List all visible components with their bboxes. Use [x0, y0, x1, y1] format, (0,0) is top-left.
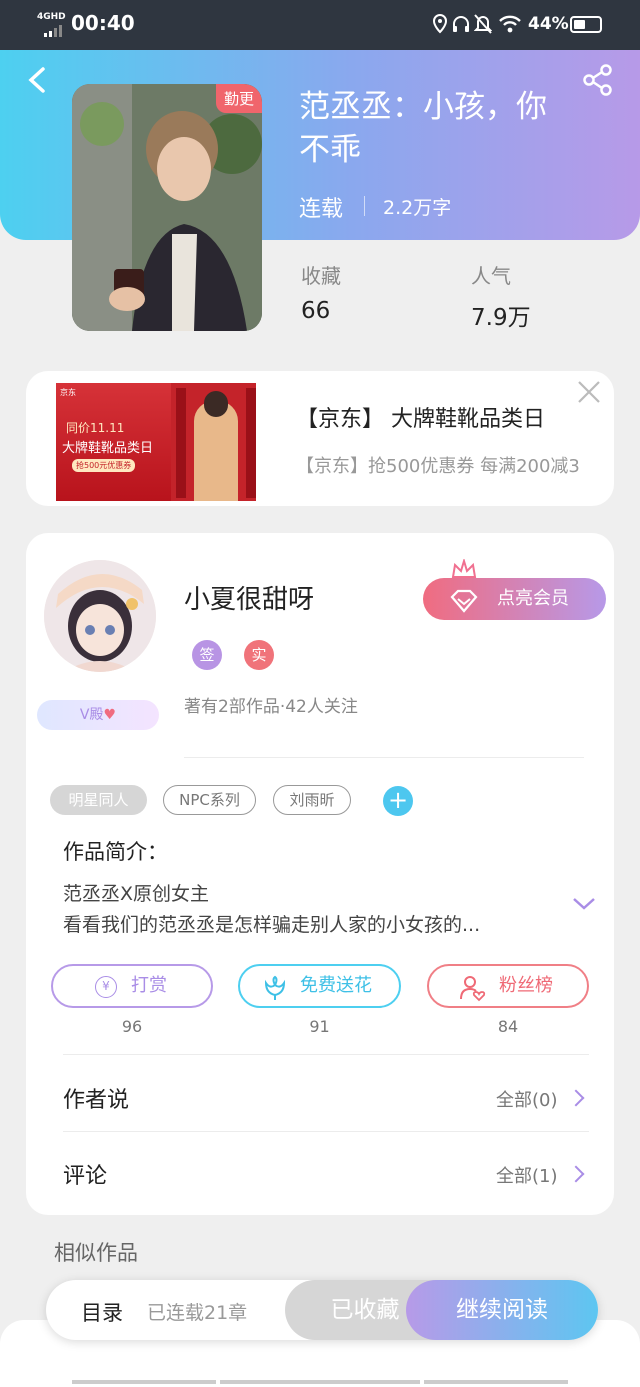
popularity-count: 7.9万 — [471, 305, 531, 331]
avatar-illustration — [44, 560, 156, 672]
mute-bell-icon — [473, 14, 493, 38]
free-flower-label: 免费送花 — [300, 975, 372, 996]
vip-badge[interactable]: V殿♥ — [37, 700, 159, 730]
author-say-all: 全部(0) — [496, 1090, 558, 1111]
wifi-icon — [498, 14, 522, 38]
tag-item[interactable]: 刘雨昕 — [273, 785, 351, 815]
collected-label: 已收藏 — [330, 1297, 400, 1323]
diamond-icon — [449, 587, 479, 629]
real-badge: 实 — [244, 640, 274, 670]
battery-percent: 44% — [528, 14, 569, 34]
battery-icon — [570, 16, 602, 33]
tip-count: 96 — [121, 1017, 143, 1036]
popularity-label: 人气 — [471, 264, 511, 288]
author-name[interactable]: 小夏很甜呀 — [184, 579, 314, 616]
collect-label: 收藏 — [301, 264, 341, 288]
intro-heading: 作品简介： — [63, 840, 168, 864]
expand-chevron-icon[interactable] — [572, 896, 596, 916]
member-button[interactable]: 点亮会员 — [423, 578, 606, 620]
ad-subtitle: 【京东】抢500优惠券 每满200减3 — [296, 456, 580, 477]
divider — [364, 196, 365, 216]
ad-thumb-line1: 同价11.11 — [66, 421, 125, 435]
comments-all: 全部(1) — [496, 1166, 558, 1187]
chapter-count: 已连载21章 — [147, 1302, 248, 1324]
book-title-line2: 不乖 — [299, 132, 361, 168]
user-heart-icon — [459, 974, 487, 1017]
ad-title: 【京东】 大牌鞋靴品类日 — [296, 407, 545, 432]
network-indicator: 4GHD — [37, 12, 66, 22]
book-cover[interactable]: 勤更 — [72, 84, 262, 331]
intro-line1: 范丞丞X原创女主 — [63, 883, 210, 905]
tip-button-label: 打赏 — [131, 975, 167, 996]
close-icon[interactable] — [576, 379, 602, 409]
member-button-label: 点亮会员 — [497, 588, 569, 609]
status-bar: 4GHD 00:40 44% — [0, 0, 640, 50]
tag-item[interactable]: 明星同人 — [50, 785, 147, 815]
fan-rank-label: 粉丝榜 — [499, 975, 553, 996]
headphones-icon — [452, 15, 470, 37]
continue-reading-button[interactable]: 继续阅读 — [406, 1280, 598, 1340]
tip-button[interactable]: ¥ 打赏 — [51, 964, 213, 1008]
intro-line2: 看看我们的范丞丞是怎样骗走别人家的小女孩的... — [63, 914, 481, 936]
cover-photo — [72, 84, 262, 331]
ad-banner[interactable]: 京东 同价11.11 大牌鞋靴品类日 抢500元优惠券 【京东】 大牌鞋靴品类日… — [26, 371, 614, 506]
author-say-label: 作者说 — [63, 1088, 130, 1113]
clock: 00:40 — [71, 11, 135, 35]
author-stats: 著有2部作品·42人关注 — [184, 697, 358, 717]
book-title-line1: 范丞丞：小孩，你 — [299, 89, 547, 125]
comments-row[interactable]: 评论 全部(1) — [26, 1138, 614, 1208]
catalog-button[interactable]: 目录 — [81, 1297, 123, 1327]
ad-thumb-line2: 大牌鞋靴品类日 — [62, 441, 154, 456]
back-icon[interactable] — [26, 66, 48, 98]
list-placeholder-bar — [220, 1380, 420, 1384]
chevron-right-icon — [567, 1089, 585, 1107]
continue-reading-label: 继续阅读 — [456, 1297, 548, 1323]
comments-label: 评论 — [63, 1164, 108, 1189]
bottom-action-bar: 目录 已连载21章 已收藏 继续阅读 — [46, 1280, 598, 1340]
book-title: 范丞丞：小孩，你 不乖 — [299, 86, 599, 172]
divider — [63, 1054, 589, 1055]
author-avatar[interactable] — [44, 560, 156, 672]
divider — [184, 757, 584, 758]
divider — [63, 1131, 589, 1132]
flower-icon — [262, 975, 288, 1016]
author-say-row[interactable]: 作者说 全部(0) — [26, 1062, 614, 1132]
serial-status: 连载 — [299, 197, 344, 222]
ad-thumb-line3: 抢500元优惠券 — [72, 459, 136, 472]
update-badge: 勤更 — [215, 84, 262, 113]
vip-label: V殿 — [79, 707, 104, 723]
heart-icon: ♥ — [103, 707, 117, 723]
add-tag-button[interactable]: + — [383, 786, 413, 816]
fan-rank-button[interactable]: 粉丝榜 — [427, 964, 589, 1008]
signal-icon — [44, 22, 66, 37]
collect-count: 66 — [301, 298, 331, 324]
location-icon — [432, 13, 448, 38]
fan-rank-count: 84 — [497, 1017, 519, 1036]
chevron-right-icon — [567, 1165, 585, 1183]
list-placeholder-bar — [72, 1380, 216, 1384]
free-flower-button[interactable]: 免费送花 — [238, 964, 401, 1008]
ad-thumb-brand: 京东 — [60, 388, 76, 397]
flower-count: 91 — [309, 1017, 330, 1036]
yen-icon: ¥ — [95, 976, 117, 998]
word-count: 2.2万字 — [383, 197, 452, 219]
sign-badge: 签 — [192, 640, 222, 670]
list-placeholder-bar — [424, 1380, 568, 1384]
similar-works-heading: 相似作品 — [54, 1241, 138, 1265]
ad-thumbnail[interactable]: 京东 同价11.11 大牌鞋靴品类日 抢500元优惠券 — [56, 383, 256, 501]
tag-item[interactable]: NPC系列 — [163, 785, 256, 815]
